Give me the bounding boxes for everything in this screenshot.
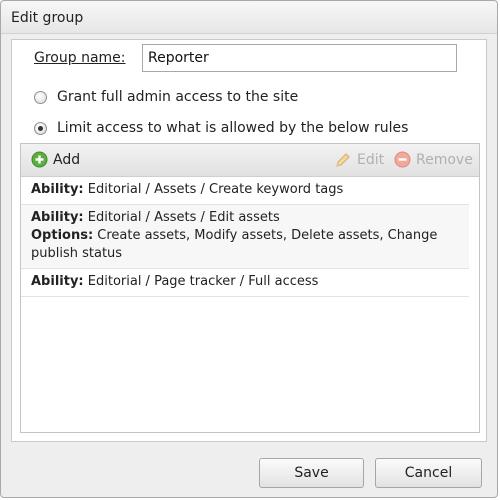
save-button[interactable]: Save — [259, 458, 364, 488]
remove-rule-label: Remove — [416, 151, 473, 168]
group-form-panel: Group name: Grant full admin access to t… — [11, 39, 487, 442]
edit-rule-button[interactable]: Edit — [334, 151, 384, 169]
full-admin-radio-label: Grant full admin access to the site — [57, 89, 299, 105]
full-admin-radio-option[interactable]: Grant full admin access to the site — [34, 87, 298, 107]
add-rule-button[interactable]: Add — [31, 151, 80, 168]
full-admin-radio[interactable] — [34, 90, 47, 104]
rules-list-box: Add Edit Remove Ability: Editorial / Ass… — [20, 143, 480, 433]
dialog-titlebar[interactable]: Edit group — [1, 1, 497, 34]
group-name-input[interactable] — [142, 44, 457, 72]
limit-access-radio-label: Limit access to what is allowed by the b… — [57, 120, 409, 136]
ability-value: Editorial / Page tracker / Full access — [87, 274, 319, 289]
rule-list-item[interactable]: Ability: Editorial / Assets / Create key… — [21, 177, 469, 205]
options-label: Options: — [31, 228, 94, 243]
rules-toolbar: Add Edit Remove — [21, 144, 479, 177]
limit-access-radio-option[interactable]: Limit access to what is allowed by the b… — [34, 118, 408, 138]
ability-label: Ability: — [31, 210, 84, 225]
ability-value: Editorial / Assets / Create keyword tags — [87, 182, 344, 197]
rule-list-item[interactable]: Ability: Editorial / Assets / Edit asset… — [21, 205, 469, 269]
edit-rule-label: Edit — [357, 152, 385, 168]
pencil-icon — [334, 151, 352, 169]
ability-value: Editorial / Assets / Edit assets — [87, 210, 280, 225]
remove-rule-button[interactable]: Remove — [394, 151, 473, 168]
plus-circle-icon — [31, 151, 48, 168]
ability-label: Ability: — [31, 182, 84, 197]
ability-label: Ability: — [31, 274, 84, 289]
dialog-title: Edit group — [11, 10, 84, 26]
edit-group-dialog: Edit group Group name: Grant full admin … — [0, 0, 498, 498]
limit-access-radio[interactable] — [34, 121, 47, 135]
group-name-label: Group name: — [34, 50, 126, 66]
rules-list: Ability: Editorial / Assets / Create key… — [21, 177, 479, 297]
rule-list-item[interactable]: Ability: Editorial / Page tracker / Full… — [21, 269, 469, 297]
add-rule-label: Add — [53, 151, 81, 168]
cancel-button[interactable]: Cancel — [375, 458, 482, 488]
minus-circle-icon — [394, 151, 411, 168]
